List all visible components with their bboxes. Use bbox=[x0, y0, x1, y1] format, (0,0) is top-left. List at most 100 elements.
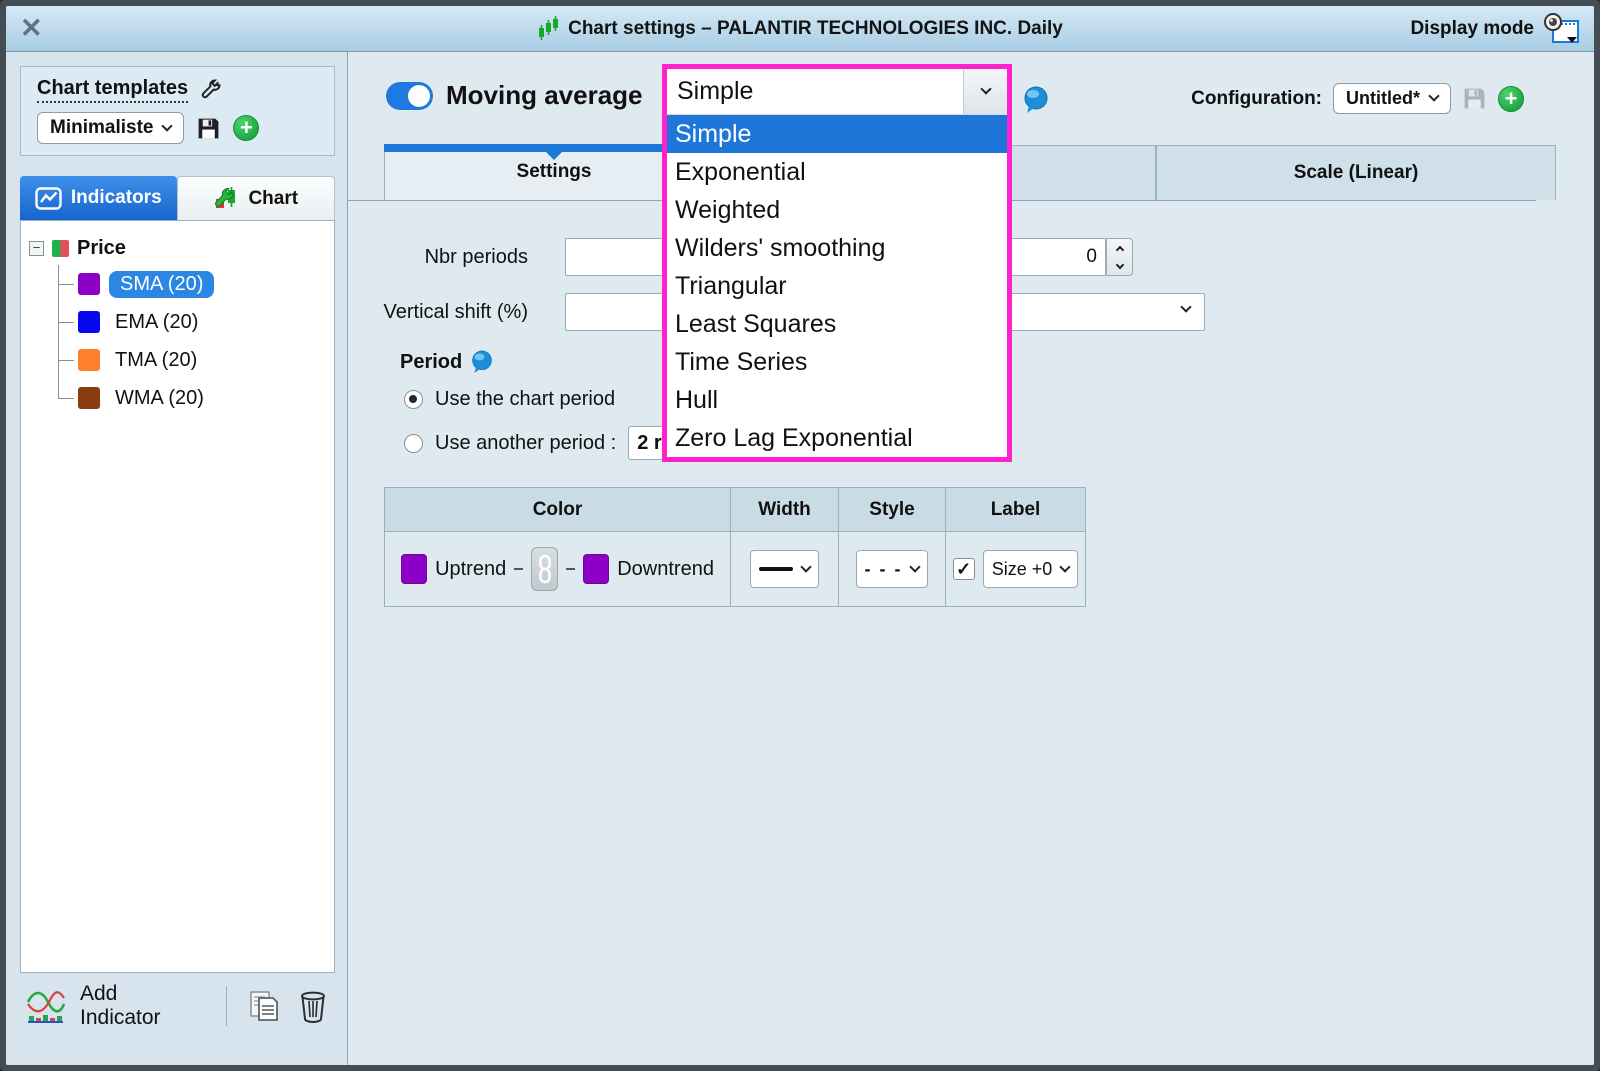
ma-option-hull[interactable]: Hull bbox=[667, 381, 1007, 419]
ma-option-wilders[interactable]: Wilders' smoothing bbox=[667, 229, 1007, 267]
chevron-down-icon bbox=[1428, 90, 1439, 101]
configuration-group: Configuration: Untitled* + bbox=[1191, 83, 1524, 114]
chevron-down-icon bbox=[1180, 301, 1191, 312]
ma-type-combobox[interactable]: Simple bbox=[667, 69, 1007, 115]
configuration-select[interactable]: Untitled* bbox=[1333, 83, 1451, 114]
ma-type-dropdown-button[interactable] bbox=[963, 69, 1007, 114]
wma-color-swatch[interactable] bbox=[78, 387, 100, 409]
tab-settings-label: Settings bbox=[517, 161, 592, 183]
tab-scale[interactable]: Scale (Linear) bbox=[1156, 145, 1556, 200]
ma-option-zero-lag[interactable]: Zero Lag Exponential bbox=[667, 419, 1007, 457]
stepper-down-icon[interactable] bbox=[1107, 257, 1132, 275]
save-configuration-icon[interactable] bbox=[1462, 86, 1487, 111]
chevron-down-icon bbox=[910, 561, 921, 572]
color-cell: Uptrend Downtrend bbox=[385, 532, 731, 606]
window-title-wrap: Chart settings – PALANTIR TECHNOLOGIES I… bbox=[6, 6, 1594, 51]
chevron-down-icon bbox=[800, 561, 811, 572]
line-style-preview: - - - bbox=[865, 559, 903, 580]
label-size-select[interactable]: Size +0 bbox=[983, 550, 1079, 588]
add-indicator-icon[interactable] bbox=[26, 988, 66, 1024]
save-template-icon[interactable] bbox=[196, 116, 221, 141]
display-mode-control[interactable]: Display mode bbox=[1410, 6, 1580, 51]
tab-chart[interactable]: Chart bbox=[177, 176, 336, 220]
radio-another-period[interactable]: Use another period : 2 r bbox=[404, 426, 672, 460]
tree-item-tma[interactable]: TMA (20) bbox=[58, 341, 326, 379]
configuration-label: Configuration: bbox=[1191, 88, 1322, 110]
help-bubble-icon[interactable] bbox=[1023, 86, 1049, 114]
indicators-icon bbox=[35, 187, 62, 210]
line-width-preview bbox=[759, 567, 793, 571]
chevron-down-icon bbox=[162, 120, 173, 131]
tree-item-sma[interactable]: SMA (20) bbox=[58, 265, 326, 303]
uptrend-color-swatch[interactable] bbox=[401, 554, 427, 584]
add-configuration-icon[interactable]: + bbox=[1498, 86, 1524, 112]
ma-option-triangular[interactable]: Triangular bbox=[667, 267, 1007, 305]
ma-option-weighted[interactable]: Weighted bbox=[667, 191, 1007, 229]
divider bbox=[226, 986, 227, 1026]
chart-settings-window: ✕ Chart settings – PALANTIR TECHNOLOGIES… bbox=[0, 0, 1600, 1071]
tree-item-ema[interactable]: EMA (20) bbox=[58, 303, 326, 341]
tree-item-tma-label: TMA (20) bbox=[109, 347, 203, 374]
table-header-row: Color Width Style Label bbox=[385, 488, 1085, 532]
tma-color-swatch[interactable] bbox=[78, 349, 100, 371]
template-select[interactable]: Minimaliste bbox=[37, 112, 184, 144]
sidebar-tabs: Indicators Chart bbox=[20, 176, 335, 220]
vertical-shift-label: Vertical shift (%) bbox=[348, 301, 528, 324]
indicator-tree: − Price SMA (20) EMA (20) bbox=[20, 220, 335, 973]
style-select[interactable]: - - - bbox=[856, 550, 929, 588]
collapse-icon[interactable]: − bbox=[29, 241, 44, 256]
stepper-up-icon[interactable] bbox=[1107, 239, 1132, 257]
ema-color-swatch[interactable] bbox=[78, 311, 100, 333]
tab-indicators-label: Indicators bbox=[71, 187, 162, 209]
display-mode-icon bbox=[1542, 13, 1580, 45]
period-label: Period bbox=[400, 351, 462, 374]
chevron-down-icon bbox=[1060, 561, 1071, 572]
window-title: Chart settings – PALANTIR TECHNOLOGIES I… bbox=[568, 18, 1063, 40]
header-color: Color bbox=[385, 488, 731, 531]
width-cell bbox=[731, 532, 839, 606]
wrench-icon[interactable] bbox=[198, 78, 222, 102]
moving-average-toggle[interactable] bbox=[386, 82, 433, 110]
candlestick-icon bbox=[537, 16, 559, 42]
add-template-icon[interactable]: + bbox=[233, 115, 259, 141]
sma-color-swatch[interactable] bbox=[78, 273, 100, 295]
downtrend-color-swatch[interactable] bbox=[583, 554, 609, 584]
link-dash bbox=[514, 568, 523, 570]
ma-type-dropdown: Simple Simple Exponential Weighted Wilde… bbox=[662, 64, 1012, 462]
tree-root-row[interactable]: − Price bbox=[29, 231, 326, 265]
sidebar-bottom-bar: Add Indicator bbox=[20, 977, 335, 1035]
chart-templates-box: Chart templates Minimaliste bbox=[20, 66, 335, 156]
tree-root-label: Price bbox=[77, 237, 126, 260]
nbr-periods-stepper[interactable] bbox=[1106, 238, 1133, 276]
trash-icon[interactable] bbox=[297, 989, 329, 1023]
ma-option-simple[interactable]: Simple bbox=[667, 115, 1007, 153]
chart-templates-link[interactable]: Chart templates bbox=[37, 77, 188, 103]
period-help-bubble-icon[interactable] bbox=[471, 350, 493, 374]
tree-item-ema-label: EMA (20) bbox=[109, 309, 204, 336]
radio-selected-icon[interactable] bbox=[404, 390, 423, 409]
ma-option-time-series[interactable]: Time Series bbox=[667, 343, 1007, 381]
toggle-knob bbox=[408, 85, 430, 107]
label-checkbox[interactable]: ✓ bbox=[953, 558, 975, 580]
line-style-table: Color Width Style Label Uptrend bbox=[384, 487, 1086, 607]
width-select[interactable] bbox=[750, 550, 819, 588]
radio-chart-period[interactable]: Use the chart period bbox=[404, 388, 615, 411]
add-indicator-button[interactable]: Add Indicator bbox=[80, 982, 202, 1030]
label-size-value: Size +0 bbox=[992, 559, 1053, 580]
uptrend-label: Uptrend bbox=[435, 558, 506, 581]
radio-unselected-icon[interactable] bbox=[404, 434, 423, 453]
link-colors-icon[interactable] bbox=[531, 547, 558, 591]
nbr-periods-label: Nbr periods bbox=[348, 246, 528, 269]
header-style: Style bbox=[839, 488, 946, 531]
title-bar: ✕ Chart settings – PALANTIR TECHNOLOGIES… bbox=[6, 6, 1594, 52]
ma-option-least-squares[interactable]: Least Squares bbox=[667, 305, 1007, 343]
duplicate-icon[interactable] bbox=[247, 988, 283, 1024]
tab-indicators[interactable]: Indicators bbox=[20, 176, 177, 220]
label-cell: ✓ Size +0 bbox=[946, 532, 1085, 606]
downtrend-label: Downtrend bbox=[617, 558, 714, 581]
tree-item-wma[interactable]: WMA (20) bbox=[58, 379, 326, 417]
ma-option-exponential[interactable]: Exponential bbox=[667, 153, 1007, 191]
tab-chart-label: Chart bbox=[248, 188, 298, 210]
tree-item-wma-label: WMA (20) bbox=[109, 385, 210, 412]
chart-tab-icon bbox=[213, 186, 239, 212]
